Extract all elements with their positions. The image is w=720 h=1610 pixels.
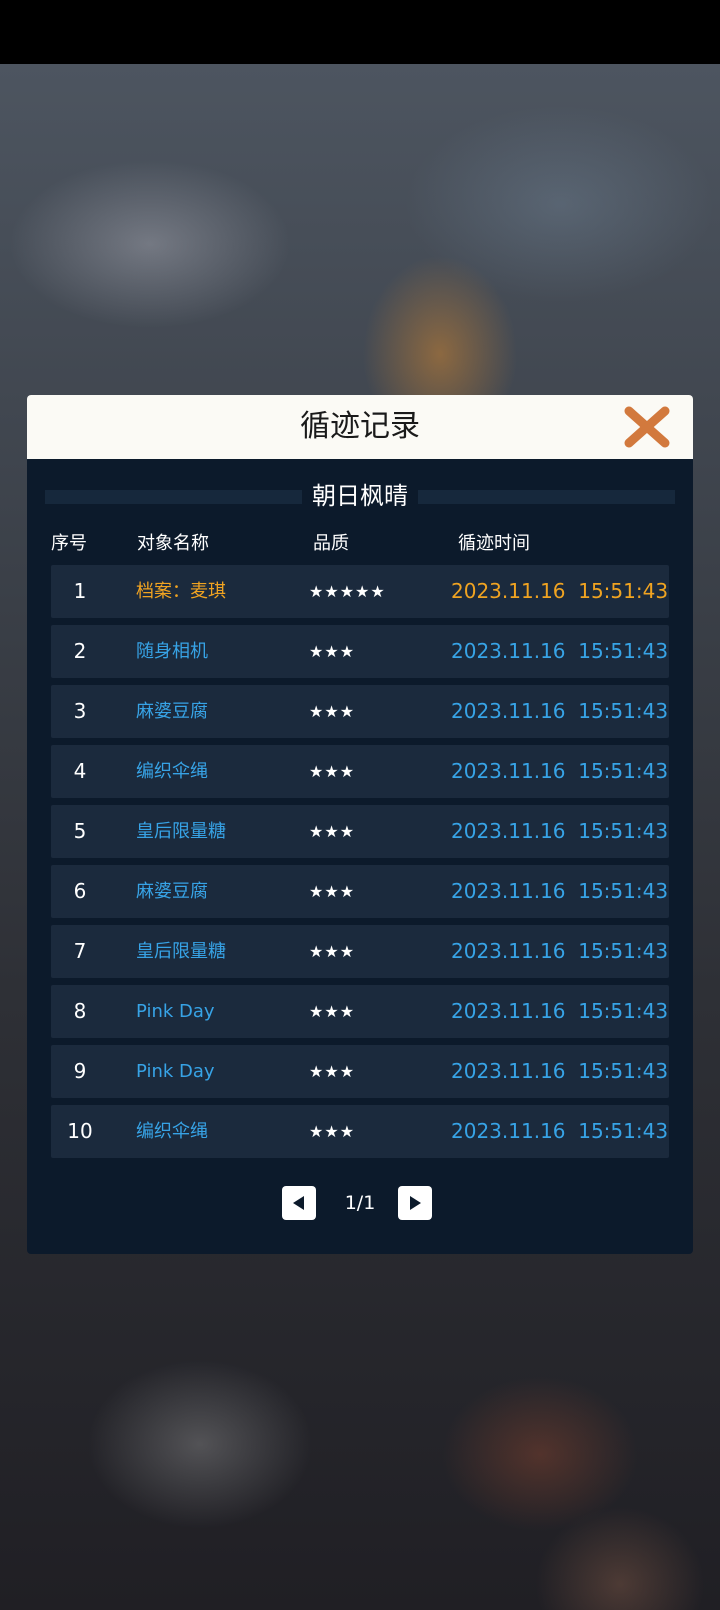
record-time: 2023.11.16 15:51:43 bbox=[451, 699, 669, 723]
record-name: 随身相机 bbox=[136, 641, 208, 662]
record-index: 1 bbox=[73, 579, 87, 603]
caret-right-icon bbox=[410, 1196, 421, 1210]
record-name: Pink Day bbox=[136, 1061, 215, 1082]
record-time: 2023.11.16 15:51:43 bbox=[451, 579, 669, 603]
record-index: 9 bbox=[73, 1059, 87, 1083]
record-stars: ★★★ bbox=[309, 1122, 356, 1141]
record-stars: ★★★ bbox=[309, 942, 356, 961]
record-time: 2023.11.16 15:51:43 bbox=[451, 639, 669, 663]
record-name: 皇后限量糖 bbox=[136, 941, 226, 962]
record-row[interactable]: 1 档案：麦琪 ★★★★★ 2023.11.16 15:51:43 bbox=[51, 565, 669, 618]
record-index: 10 bbox=[67, 1119, 93, 1143]
record-name: 档案：麦琪 bbox=[136, 581, 226, 602]
record-index: 2 bbox=[73, 639, 87, 663]
record-name: 编织伞绳 bbox=[136, 1121, 208, 1142]
record-name: 麻婆豆腐 bbox=[136, 881, 208, 902]
record-time: 2023.11.16 15:51:43 bbox=[451, 939, 669, 963]
caret-left-icon bbox=[293, 1196, 304, 1210]
record-name: 麻婆豆腐 bbox=[136, 701, 208, 722]
record-index: 7 bbox=[73, 939, 87, 963]
record-row[interactable]: 4 编织伞绳 ★★★ 2023.11.16 15:51:43 bbox=[51, 745, 669, 798]
column-header-index: 序号 bbox=[51, 533, 87, 554]
record-row[interactable]: 9 Pink Day ★★★ 2023.11.16 15:51:43 bbox=[51, 1045, 669, 1098]
record-time: 2023.11.16 15:51:43 bbox=[451, 819, 669, 843]
record-row[interactable]: 8 Pink Day ★★★ 2023.11.16 15:51:43 bbox=[51, 985, 669, 1038]
record-index: 4 bbox=[73, 759, 87, 783]
record-name: 编织伞绳 bbox=[136, 761, 208, 782]
record-stars: ★★★ bbox=[309, 1062, 356, 1081]
next-page-button[interactable] bbox=[398, 1186, 432, 1220]
page-indicator: 1/1 bbox=[344, 1192, 376, 1214]
record-row[interactable]: 5 皇后限量糖 ★★★ 2023.11.16 15:51:43 bbox=[51, 805, 669, 858]
record-stars: ★★★★★ bbox=[309, 582, 386, 601]
record-time: 2023.11.16 15:51:43 bbox=[451, 879, 669, 903]
record-name: 皇后限量糖 bbox=[136, 821, 226, 842]
subtitle-text: 朝日枫晴 bbox=[302, 482, 418, 510]
record-time: 2023.11.16 15:51:43 bbox=[451, 1059, 669, 1083]
record-list: 1 档案：麦琪 ★★★★★ 2023.11.16 15:51:43 2 随身相机… bbox=[51, 565, 669, 1165]
dialog-title: 循迹记录 bbox=[300, 409, 420, 444]
record-row[interactable]: 7 皇后限量糖 ★★★ 2023.11.16 15:51:43 bbox=[51, 925, 669, 978]
prev-page-button[interactable] bbox=[282, 1186, 316, 1220]
record-stars: ★★★ bbox=[309, 1002, 356, 1021]
record-time: 2023.11.16 15:51:43 bbox=[451, 759, 669, 783]
record-row[interactable]: 2 随身相机 ★★★ 2023.11.16 15:51:43 bbox=[51, 625, 669, 678]
record-row[interactable]: 10 编织伞绳 ★★★ 2023.11.16 15:51:43 bbox=[51, 1105, 669, 1158]
record-stars: ★★★ bbox=[309, 642, 356, 661]
record-index: 8 bbox=[73, 999, 87, 1023]
record-stars: ★★★ bbox=[309, 702, 356, 721]
record-index: 5 bbox=[73, 819, 87, 843]
record-index: 3 bbox=[73, 699, 87, 723]
record-stars: ★★★ bbox=[309, 822, 356, 841]
record-time: 2023.11.16 15:51:43 bbox=[451, 1119, 669, 1143]
column-header-name: 对象名称 bbox=[137, 533, 209, 554]
record-index: 6 bbox=[73, 879, 87, 903]
subtitle: 朝日枫晴 bbox=[27, 478, 693, 514]
record-stars: ★★★ bbox=[309, 762, 356, 781]
trace-record-dialog: 循迹记录 朝日枫晴 序号 对象名称 品质 循迹时间 1 档案：麦琪 ★★★★★ … bbox=[27, 395, 693, 1254]
record-row[interactable]: 3 麻婆豆腐 ★★★ 2023.11.16 15:51:43 bbox=[51, 685, 669, 738]
record-time: 2023.11.16 15:51:43 bbox=[451, 999, 669, 1023]
record-row[interactable]: 6 麻婆豆腐 ★★★ 2023.11.16 15:51:43 bbox=[51, 865, 669, 918]
close-button[interactable] bbox=[623, 405, 671, 449]
record-stars: ★★★ bbox=[309, 882, 356, 901]
close-x-icon bbox=[624, 406, 670, 448]
column-header-time: 循迹时间 bbox=[458, 533, 530, 554]
record-name: Pink Day bbox=[136, 1001, 215, 1022]
column-header-quality: 品质 bbox=[313, 533, 349, 554]
